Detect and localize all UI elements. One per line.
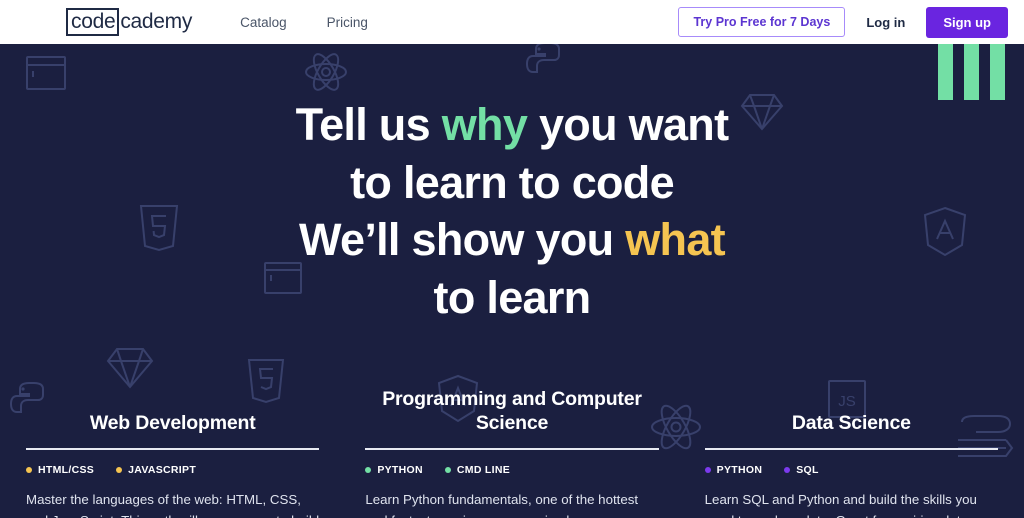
card-tag: CMD LINE bbox=[444, 464, 511, 476]
codecademy-logo[interactable]: code cademy bbox=[66, 8, 192, 36]
tag-label: CMD LINE bbox=[456, 464, 511, 476]
diamond-icon bbox=[106, 348, 154, 389]
headline-line-4: to learn bbox=[433, 271, 592, 323]
card-description: Learn Python fundamentals, one of the ho… bbox=[365, 492, 639, 518]
headline-line-3: We’ll show you what bbox=[0, 211, 1024, 269]
card-divider bbox=[704, 448, 998, 450]
card-description: Learn SQL and Python and build the skill… bbox=[704, 492, 977, 518]
tag-label: SQL bbox=[796, 464, 819, 476]
green-bar bbox=[938, 44, 953, 100]
green-bar bbox=[964, 44, 979, 100]
headline-text-c: We’ll show you bbox=[299, 214, 626, 266]
card-divider bbox=[26, 448, 320, 450]
card-tag: SQL bbox=[784, 464, 819, 476]
path-cards: Web Development HTML/CSS JAVASCRIPT Mast… bbox=[0, 388, 1024, 518]
tag-dot-icon bbox=[116, 467, 123, 473]
tag-dot-icon bbox=[365, 467, 372, 473]
main-nav: Catalog Pricing bbox=[240, 15, 368, 30]
headline-highlight-what: what bbox=[625, 214, 725, 266]
card-tags: HTML/CSS JAVASCRIPT bbox=[26, 464, 319, 476]
card-title: Web Development bbox=[89, 412, 256, 435]
headline-text-b: you want bbox=[527, 99, 729, 150]
tag-dot-icon bbox=[704, 467, 711, 473]
tag-label: PYTHON bbox=[377, 464, 423, 476]
nav-link-catalog[interactable]: Catalog bbox=[240, 15, 287, 30]
card-tag: PYTHON bbox=[365, 464, 423, 476]
tag-dot-icon bbox=[784, 467, 791, 473]
card-description: Master the languages of the web: HTML, C… bbox=[26, 492, 319, 518]
card-web-development[interactable]: Web Development HTML/CSS JAVASCRIPT Mast… bbox=[26, 388, 320, 518]
logo-cademy-text: cademy bbox=[120, 10, 193, 33]
sign-up-button[interactable]: Sign up bbox=[926, 6, 1008, 38]
terminal-window-icon bbox=[26, 56, 66, 90]
hero-section: JS Tell us why you want to learn to code… bbox=[0, 44, 1024, 518]
headline-highlight-why: why bbox=[441, 99, 528, 150]
card-divider bbox=[365, 448, 659, 450]
card-programming-computer-science[interactable]: Programming and Computer Science PYTHON … bbox=[365, 388, 659, 518]
python-icon bbox=[525, 44, 560, 73]
hero-headline: Tell us why you want to learn to code We… bbox=[0, 96, 1024, 326]
card-title: Programming and Computer Science bbox=[382, 388, 642, 435]
card-tags: PYTHON SQL bbox=[704, 464, 998, 476]
green-bars-decoration bbox=[938, 44, 1005, 100]
log-in-button[interactable]: Log in bbox=[864, 9, 907, 36]
card-tags: PYTHON CMD LINE bbox=[365, 464, 658, 476]
card-tag: PYTHON bbox=[704, 464, 763, 476]
tag-label: PYTHON bbox=[716, 464, 763, 476]
header-actions: Try Pro Free for 7 Days Log in Sign up bbox=[678, 6, 1008, 38]
tag-label: JAVASCRIPT bbox=[128, 464, 197, 476]
logo-code-box: code bbox=[66, 8, 120, 36]
tag-dot-icon bbox=[26, 467, 32, 473]
card-data-science[interactable]: Data Science PYTHON SQL Learn SQL and Py… bbox=[704, 388, 998, 518]
tag-label: HTML/CSS bbox=[38, 464, 95, 476]
card-title: Data Science bbox=[791, 412, 911, 435]
site-header: code cademy Catalog Pricing Try Pro Free … bbox=[0, 0, 1024, 44]
card-tag: HTML/CSS bbox=[26, 464, 94, 476]
green-bar bbox=[990, 44, 1005, 100]
headline-line-2: to learn to code bbox=[350, 156, 675, 208]
nav-link-pricing[interactable]: Pricing bbox=[327, 15, 368, 30]
card-tag: JAVASCRIPT bbox=[116, 464, 196, 476]
try-pro-free-button[interactable]: Try Pro Free for 7 Days bbox=[678, 7, 846, 37]
headline-text-a: Tell us bbox=[295, 99, 442, 150]
atom-icon bbox=[305, 53, 347, 91]
headline-line-1: Tell us why you want bbox=[296, 99, 729, 150]
tag-dot-icon bbox=[444, 467, 451, 473]
